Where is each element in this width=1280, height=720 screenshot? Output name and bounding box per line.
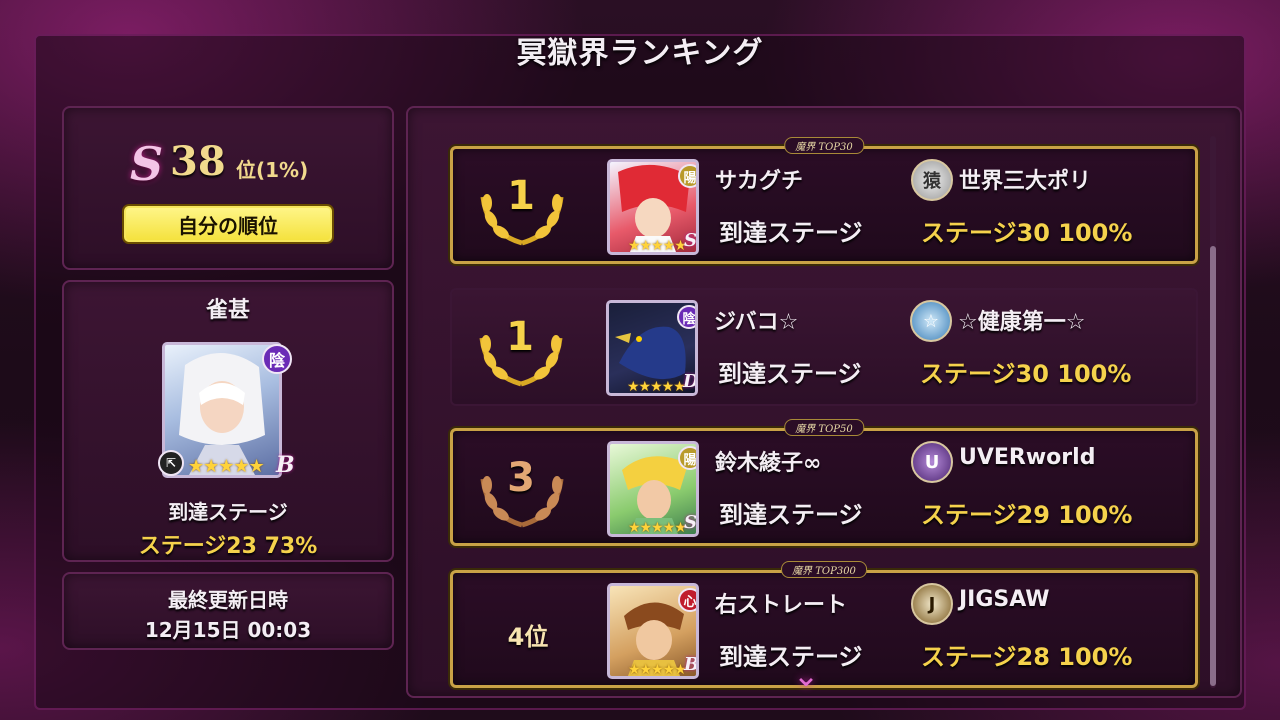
grade-label: B <box>684 654 699 675</box>
stage-label: 到達ステージ <box>719 501 863 529</box>
guild-name: JIGSAW <box>959 587 1050 612</box>
screen-title: 冥獄界ランキング <box>516 36 764 71</box>
stage-label: 到達ステージ <box>718 360 862 388</box>
grade-label: B <box>276 452 295 478</box>
guild-emblem-icon: ☆ <box>910 300 952 342</box>
character-card[interactable]: 心 ★★★★★ B <box>607 583 699 679</box>
row-tier-tag: 魔界 TOP30 <box>784 137 864 154</box>
character-card[interactable]: 陰 ★★★★★ D <box>606 300 698 396</box>
ranking-row[interactable]: 魔界 TOP50 3 陽 ★★★★★ S 鈴木綾子∞ 到達ステージ U UVER… <box>450 419 1198 546</box>
my-rank-panel <box>62 106 394 270</box>
my-rank-button[interactable]: 自分の順位 <box>122 204 334 244</box>
guild-name: ☆健康第一☆ <box>958 310 1086 335</box>
character-card[interactable]: 陽 ★★★★★ S <box>607 159 699 255</box>
ranking-row[interactable]: 1 陰 ★★★★★ D ジバコ☆ 到達ステージ ☆ ☆健康第一☆ ステージ30 … <box>450 288 1198 406</box>
guild-emblem-icon: U <box>911 441 953 483</box>
my-rank-suffix: 位(1%) <box>236 158 309 182</box>
grade-label: S <box>684 230 697 251</box>
scrollbar-thumb[interactable] <box>1210 246 1216 686</box>
my-rank-number: 38 <box>170 138 226 185</box>
stage-value: ステージ29 100% <box>921 501 1133 529</box>
ranking-row[interactable]: 魔界 TOP30 1 陽 ★★★★★ S サカグチ 到達ステージ 猿 世界三大ポ… <box>450 137 1198 264</box>
grade-label: D <box>683 371 698 392</box>
yin-attribute-icon: 陰 <box>262 344 292 374</box>
my-character-name: 雀甚 <box>205 298 250 323</box>
player-name: サカグチ <box>715 169 804 194</box>
row-tier-tag: 魔界 TOP50 <box>784 419 864 436</box>
rarity-stars: ★★★★★ <box>188 456 265 477</box>
rank-number: 1 <box>506 314 534 360</box>
type-icon: ⇱ <box>158 450 184 476</box>
heart-attribute-icon: 心 <box>678 588 696 612</box>
yang-attribute-icon: 陽 <box>678 446 696 470</box>
rarity-stars: ★★★★★ <box>628 520 687 536</box>
yin-attribute-icon: 陰 <box>677 305 695 329</box>
stage-value: ステージ28 100% <box>921 643 1133 671</box>
rank-number: 3 <box>507 455 535 501</box>
grade-label: S <box>684 512 697 533</box>
rank-number: 4位 <box>507 623 549 651</box>
character-card[interactable]: 陽 ★★★★★ S <box>607 441 699 537</box>
my-stage-value: ステージ23 73% <box>138 534 318 559</box>
rank-tier-letter: S <box>130 137 164 191</box>
player-name: 右ストレート <box>715 593 848 618</box>
rarity-stars: ★★★★★ <box>627 379 686 395</box>
stage-value: ステージ30 100% <box>921 219 1133 247</box>
rank-number: 1 <box>507 173 535 219</box>
stage-value: ステージ30 100% <box>920 360 1132 388</box>
guild-name: UVERworld <box>959 445 1096 470</box>
yang-attribute-icon: 陽 <box>678 164 696 188</box>
player-name: ジバコ☆ <box>714 310 799 335</box>
guild-emblem-icon: 猿 <box>911 159 953 201</box>
guild-emblem-icon: J <box>911 583 953 625</box>
stage-label: 到達ステージ <box>719 219 863 247</box>
last-update-value: 12月15日 00:03 <box>144 618 312 642</box>
guild-name: 世界三大ポリ <box>959 169 1092 194</box>
chevron-down-icon[interactable]: ⌄ <box>786 659 826 691</box>
last-update-label: 最終更新日時 <box>168 588 288 612</box>
rarity-stars: ★★★★★ <box>628 662 687 678</box>
rarity-stars: ★★★★★ <box>628 238 687 254</box>
my-stage-label: 到達ステージ <box>168 500 288 524</box>
row-tier-tag: 魔界 TOP300 <box>781 561 867 578</box>
ranking-scrollbar[interactable] <box>1210 136 1216 688</box>
player-name: 鈴木綾子∞ <box>715 451 822 476</box>
